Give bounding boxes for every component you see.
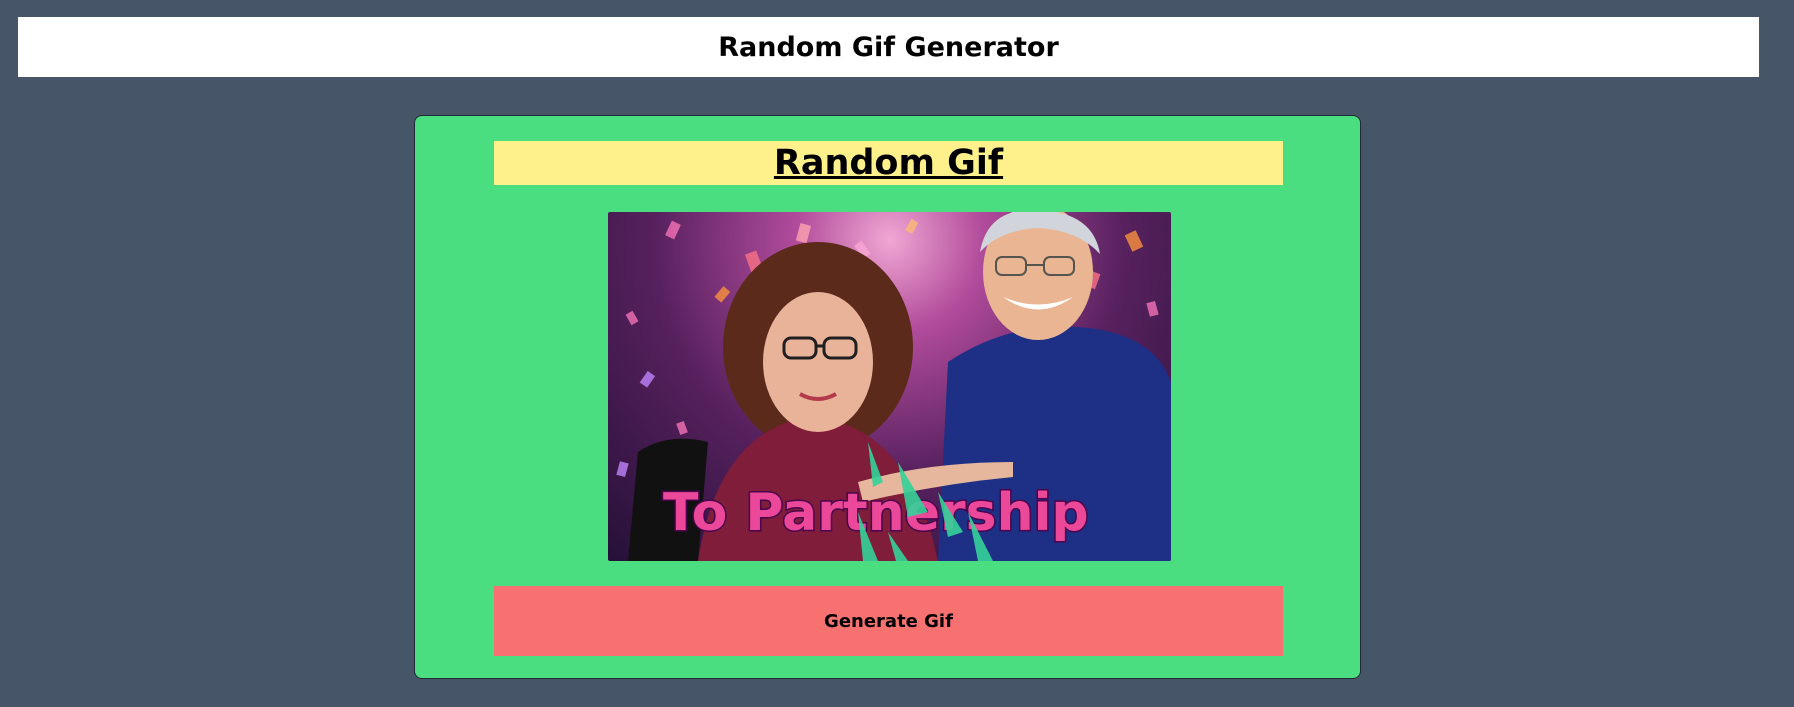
- gif-card: Random Gif To Partnership Generate Gif: [414, 115, 1361, 679]
- gif-image: To Partnership: [608, 212, 1171, 561]
- gif-caption-text: To Partnership: [663, 483, 1089, 543]
- app-header: Random Gif Generator: [18, 17, 1759, 77]
- generate-gif-button[interactable]: Generate Gif: [494, 586, 1283, 656]
- card-title: Random Gif: [773, 143, 1004, 183]
- app-title: Random Gif Generator: [718, 31, 1059, 63]
- gif-caption: To Partnership: [662, 482, 1091, 545]
- card-title-bar: Random Gif: [494, 141, 1283, 185]
